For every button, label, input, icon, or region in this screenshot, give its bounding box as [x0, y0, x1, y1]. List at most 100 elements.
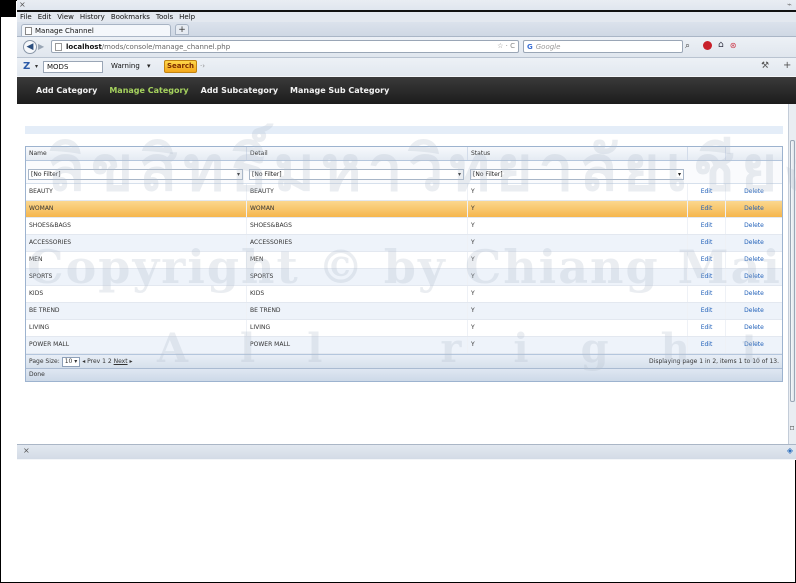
column-header-detail[interactable]: Detail	[247, 147, 468, 160]
cell-name: ACCESSORIES	[26, 235, 247, 251]
page-content: Name Detail Status [No Filter] ▾ [No Filt…	[17, 104, 788, 444]
table-row[interactable]: SPORTS SPORTS Y Edit Delete	[26, 269, 782, 286]
menu-edit[interactable]: Edit	[38, 13, 52, 21]
edit-link[interactable]: Edit	[688, 252, 726, 268]
cell-detail: POWER MALL	[247, 337, 468, 353]
delete-link[interactable]: Delete	[726, 269, 782, 285]
chevron-down-icon[interactable]: ▾	[35, 63, 38, 70]
navigation-bar: ◀ ▶ localhost/mods/console/manage_channe…	[17, 37, 796, 58]
pager-summary: Displaying page 1 in 2, items 1 to 10 of…	[649, 358, 779, 365]
close-icon[interactable]: ×	[23, 446, 30, 455]
cell-detail: MEN	[247, 252, 468, 268]
plus-icon[interactable]: +	[783, 60, 791, 71]
edit-link[interactable]: Edit	[688, 286, 726, 302]
next-page-link[interactable]: Next	[114, 358, 128, 365]
edit-link[interactable]: Edit	[688, 184, 726, 200]
table-row[interactable]: BEAUTY BEAUTY Y Edit Delete	[26, 184, 782, 201]
nav-add-subcategory[interactable]: Add Subcategory	[201, 86, 278, 95]
tab-manage-channel[interactable]: Manage Channel	[21, 24, 171, 36]
scrollbar-thumb[interactable]	[790, 140, 795, 402]
cell-status: Y	[468, 218, 688, 234]
home-icon[interactable]: ⌂	[718, 40, 724, 50]
table-row[interactable]: ACCESSORIES ACCESSORIES Y Edit Delete	[26, 235, 782, 252]
more-icon[interactable]: ·›	[200, 62, 205, 70]
menu-history[interactable]: History	[80, 13, 105, 21]
cell-name: KIDS	[26, 286, 247, 302]
table-row[interactable]: LIVING LIVING Y Edit Delete	[26, 320, 782, 337]
nav-manage-category[interactable]: Manage Category	[109, 86, 188, 95]
delete-link[interactable]: Delete	[726, 235, 782, 251]
nav-manage-sub-category[interactable]: Manage Sub Category	[290, 86, 389, 95]
search-button[interactable]: Search	[164, 60, 197, 73]
menu-tools[interactable]: Tools	[156, 13, 173, 21]
prev-page-link[interactable]: ◂ Prev	[82, 358, 100, 365]
chevron-down-icon[interactable]: ▾	[147, 62, 151, 70]
edit-link[interactable]: Edit	[688, 320, 726, 336]
new-tab-button[interactable]: +	[175, 24, 189, 35]
resize-handle-icon[interactable]: ⌑	[790, 424, 796, 434]
menu-file[interactable]: File	[20, 13, 32, 21]
edit-link[interactable]: Edit	[688, 235, 726, 251]
page-number-links[interactable]: 1 2	[102, 358, 112, 365]
column-header-name[interactable]: Name	[26, 147, 247, 160]
filter-cell-empty	[688, 161, 782, 183]
table-row[interactable]: MEN MEN Y Edit Delete	[26, 252, 782, 269]
next-arrow-icon[interactable]: ▸	[130, 358, 133, 365]
menu-help[interactable]: Help	[179, 13, 195, 21]
wrench-icon[interactable]: ⚒	[761, 61, 769, 71]
edit-link[interactable]: Edit	[688, 269, 726, 285]
stop-icon[interactable]	[703, 40, 712, 50]
name-filter-select[interactable]: [No Filter] ▾	[28, 169, 243, 180]
detail-filter-select[interactable]: [No Filter] ▾	[249, 169, 464, 180]
delete-link[interactable]: Delete	[726, 218, 782, 234]
column-header-status[interactable]: Status	[468, 147, 688, 160]
table-row[interactable]: KIDS KIDS Y Edit Delete	[26, 286, 782, 303]
search-icon[interactable]: ⌕	[685, 41, 690, 51]
delete-link[interactable]: Delete	[726, 184, 782, 200]
grid-body: BEAUTY BEAUTY Y Edit Delete WOMAN WOMAN Y Edit De…	[26, 184, 782, 354]
menu-bookmarks[interactable]: Bookmarks	[111, 13, 150, 21]
search-input[interactable]: G Google	[523, 40, 683, 53]
filter-value: [No Filter]	[473, 171, 503, 178]
addon-icon[interactable]: ⊛	[730, 41, 737, 50]
nav-add-category[interactable]: Add Category	[36, 86, 97, 95]
table-row[interactable]: BE TREND BE TREND Y Edit Delete	[26, 303, 782, 320]
url-bar[interactable]: localhost/mods/console/manage_channel.ph…	[51, 40, 519, 53]
menu-bar: File Edit View History Bookmarks Tools H…	[17, 12, 796, 22]
delete-link[interactable]: Delete	[726, 252, 782, 268]
chevron-down-icon: ▾	[457, 171, 461, 178]
pager-controls: Page Size: 10 ▾ ◂ Prev 1 2 Next ▸	[29, 355, 133, 368]
table-row[interactable]: POWER MALL POWER MALL Y Edit Delete	[26, 337, 782, 354]
delete-link[interactable]: Delete	[726, 337, 782, 353]
filter-cell-detail: [No Filter] ▾	[247, 161, 468, 183]
forward-button[interactable]: ▶	[38, 42, 47, 52]
edit-link[interactable]: Edit	[688, 201, 726, 217]
cell-status: Y	[468, 303, 688, 319]
url-host: localhost	[66, 42, 102, 51]
reload-icon[interactable]: ☆ · C	[497, 42, 515, 50]
google-icon[interactable]: G	[527, 43, 533, 51]
menu-view[interactable]: View	[57, 13, 74, 21]
edit-link[interactable]: Edit	[688, 218, 726, 234]
cell-name: BEAUTY	[26, 184, 247, 200]
warning-dropdown[interactable]: Warning	[111, 62, 140, 70]
vertical-scrollbar[interactable]: ⌑	[788, 104, 796, 444]
delete-link[interactable]: Delete	[726, 286, 782, 302]
zotero-icon[interactable]: Z	[23, 61, 30, 72]
close-icon[interactable]: ×	[19, 0, 26, 9]
category-grid: Name Detail Status [No Filter] ▾ [No Filt…	[25, 146, 783, 382]
back-button[interactable]: ◀	[23, 40, 37, 54]
delete-link[interactable]: Delete	[726, 303, 782, 319]
filter-value: [No Filter]	[252, 171, 282, 178]
corner-icon: ⌁	[787, 0, 792, 9]
table-row[interactable]: SHOES&BAGS SHOES&BAGS Y Edit Delete	[26, 218, 782, 235]
tab-title: Manage Channel	[35, 26, 94, 35]
toolbar-input[interactable]: MODS	[43, 61, 103, 73]
delete-link[interactable]: Delete	[726, 201, 782, 217]
status-filter-select[interactable]: [No Filter] ▾	[470, 169, 684, 180]
edit-link[interactable]: Edit	[688, 303, 726, 319]
table-row[interactable]: WOMAN WOMAN Y Edit Delete	[26, 201, 782, 218]
page-size-select[interactable]: 10 ▾	[61, 357, 81, 367]
delete-link[interactable]: Delete	[726, 320, 782, 336]
edit-link[interactable]: Edit	[688, 337, 726, 353]
